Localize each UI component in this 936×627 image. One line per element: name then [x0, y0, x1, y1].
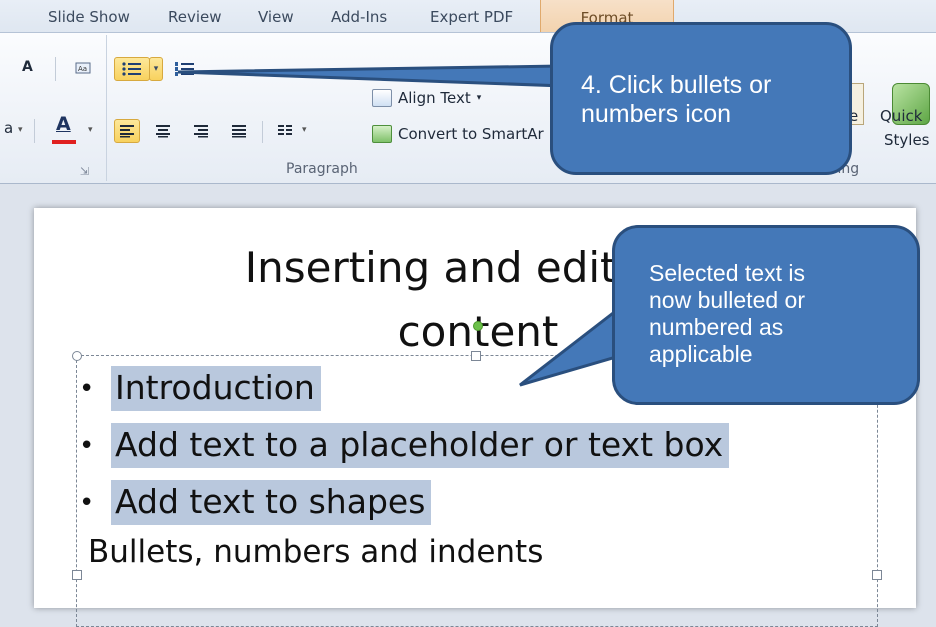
- callout-step-4-text: 4. Click bullets or numbers icon: [581, 71, 771, 129]
- callout-tail-bullets: [177, 64, 567, 88]
- callout-step-4-line-1: 4. Click bullets or: [581, 71, 772, 99]
- callout-result-line-3: numbered as: [649, 314, 784, 340]
- callout-result-text: Selected text is now bulleted or numbere…: [649, 260, 805, 368]
- callout-step-4: 4. Click bullets or numbers icon: [550, 22, 852, 175]
- callout-result-line-2: now bulleted or: [649, 287, 805, 313]
- callout-result: Selected text is now bulleted or numbere…: [612, 225, 920, 405]
- callout-result-line-1: Selected text is: [649, 260, 805, 286]
- callout-step-4-line-2: numbers icon: [581, 100, 732, 128]
- callout-result-line-4: applicable: [649, 341, 753, 367]
